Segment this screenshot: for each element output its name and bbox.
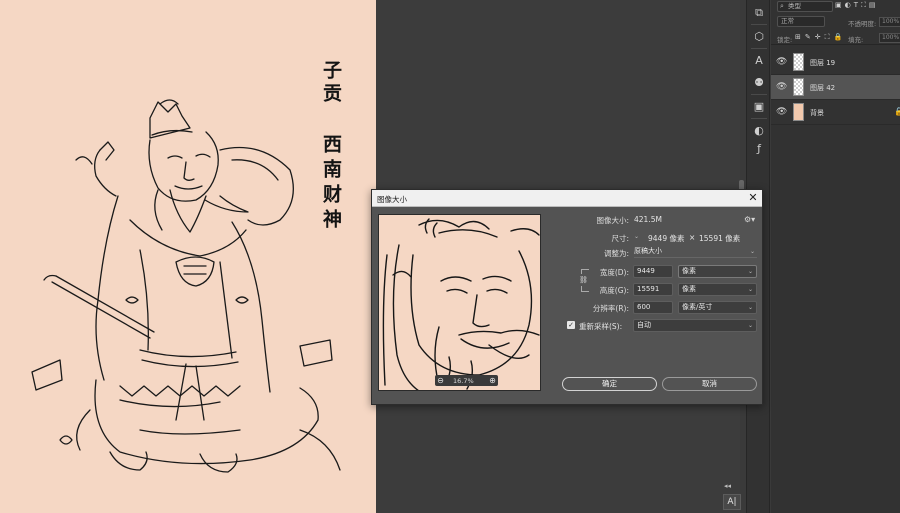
divider bbox=[751, 94, 767, 95]
divider bbox=[751, 48, 767, 49]
search-icon: ⌕ bbox=[780, 2, 784, 10]
height-unit-select[interactable]: 像素 ⌄ bbox=[678, 283, 757, 296]
resample-select[interactable]: 自动 ⌄ bbox=[633, 319, 757, 332]
eye-icon[interactable]: 👁 bbox=[776, 82, 787, 92]
dialog-title-bar[interactable]: 图像大小 ✕ bbox=[372, 190, 762, 207]
layer-name: 图层 19 bbox=[810, 59, 836, 67]
dimensions-width: 9449 像素 bbox=[648, 234, 685, 243]
height-unit-value: 像素 bbox=[682, 285, 696, 293]
character-panel-button[interactable]: A| bbox=[723, 494, 741, 510]
ok-button[interactable]: 确定 bbox=[562, 377, 657, 391]
fit-to-label: 调整为: bbox=[603, 249, 629, 258]
fill-label: 填充: bbox=[848, 36, 864, 44]
image-icon[interactable]: ▣ bbox=[750, 98, 768, 116]
width-input[interactable]: 9449 bbox=[633, 265, 673, 278]
zoom-in-icon[interactable]: ⊕ bbox=[487, 375, 498, 386]
fit-to-value: 原稿大小 bbox=[634, 247, 662, 255]
chevron-down-icon: ⌄ bbox=[747, 322, 753, 329]
artboard-illustration[interactable]: 子贡 西南财神 bbox=[0, 0, 376, 513]
dimensions-times: × bbox=[689, 233, 696, 242]
blend-mode-select[interactable]: 正常 bbox=[777, 16, 825, 27]
layer-thumbnail bbox=[793, 103, 804, 121]
link-icon[interactable]: ⛓ bbox=[579, 274, 588, 286]
image-size-label: 图像大小: bbox=[596, 216, 629, 225]
zoom-out-icon[interactable]: ⊖ bbox=[435, 375, 446, 386]
image-preview[interactable]: ⊖ 16.7% ⊕ bbox=[378, 214, 541, 391]
chevron-down-icon: ⌄ bbox=[749, 248, 755, 255]
fit-to-select[interactable]: 原稿大小 ⌄ bbox=[634, 246, 757, 258]
dialog-title: 图像大小 bbox=[377, 195, 407, 204]
gear-icon[interactable]: ⚙▾ bbox=[744, 215, 755, 224]
height-input[interactable]: 15591 bbox=[633, 283, 673, 296]
width-unit-select[interactable]: 像素 ⌄ bbox=[678, 265, 757, 278]
dimensions-height: 15591 像素 bbox=[699, 234, 741, 243]
eye-icon[interactable]: 👁 bbox=[776, 107, 787, 117]
preview-zoom-value: 16.7% bbox=[453, 377, 474, 385]
resample-checkbox[interactable]: ✓ bbox=[567, 321, 575, 329]
chevron-down-icon: ⌄ bbox=[747, 286, 753, 293]
image-size-dialog: 图像大小 ✕ ⊖ 16.7% ⊕ 图像大小: 421.5M ⚙▾ 尺寸: ⌄ 9… bbox=[371, 189, 763, 405]
cancel-button[interactable]: 取消 bbox=[662, 377, 757, 391]
layer-row-selected[interactable]: 👁 图层 42 bbox=[771, 75, 900, 100]
opacity-label: 不透明度: bbox=[848, 20, 877, 28]
layer-kind-filter-value: 类型 bbox=[788, 2, 801, 10]
layer-name: 背景 bbox=[810, 109, 824, 117]
layer-thumbnail bbox=[793, 78, 804, 96]
width-label: 宽度(D): bbox=[599, 268, 629, 277]
calligraphy-title: 子贡 bbox=[320, 60, 342, 106]
dimensions-label: 尺寸: bbox=[611, 234, 629, 243]
image-size-value: 421.5M bbox=[634, 215, 662, 224]
lock-options-icons[interactable]: ⊞✎✛⛶🔒 bbox=[795, 33, 846, 42]
layer-thumbnail bbox=[793, 53, 804, 71]
width-unit-value: 像素 bbox=[682, 267, 696, 275]
resolution-unit-value: 像素/英寸 bbox=[682, 303, 713, 311]
layer-row[interactable]: 👁 背景 🔒 bbox=[771, 100, 900, 125]
calligraphy-subtitle: 西南财神 bbox=[320, 134, 342, 234]
preview-line-art bbox=[382, 218, 540, 390]
chevron-down-icon: ⌄ bbox=[747, 268, 753, 275]
properties-icon[interactable]: ⧉ bbox=[750, 4, 768, 22]
layers-panel: ⌕ 类型 ▣◐T⛶▤ 正常 不透明度: 100% 锁定: ⊞✎✛⛶🔒 填充: 1… bbox=[771, 0, 900, 513]
layer-filter-row: ⌕ 类型 ▣◐T⛶▤ bbox=[771, 0, 900, 13]
divider bbox=[751, 24, 767, 25]
lock-label: 锁定: bbox=[777, 36, 793, 44]
resample-label: 重新采样(S): bbox=[579, 322, 623, 331]
fill-input[interactable]: 100% bbox=[879, 33, 900, 43]
layer-name: 图层 42 bbox=[810, 84, 836, 92]
styles-icon[interactable]: ◐ bbox=[750, 122, 768, 140]
chevron-down-icon[interactable]: ⌄ bbox=[634, 233, 639, 240]
divider bbox=[751, 118, 767, 119]
lock-row: 锁定: ⊞✎✛⛶🔒 填充: 100% bbox=[771, 31, 900, 45]
lock-icon: 🔒 bbox=[894, 107, 900, 116]
character-icon[interactable]: A bbox=[750, 52, 768, 70]
3d-icon[interactable]: ⬡ bbox=[750, 28, 768, 46]
chevron-down-icon: ⌄ bbox=[747, 304, 753, 311]
resolution-input[interactable]: 600 bbox=[633, 301, 673, 314]
resample-value: 自动 bbox=[637, 321, 651, 329]
resolution-unit-select[interactable]: 像素/英寸 ⌄ bbox=[678, 301, 757, 314]
filter-type-icons[interactable]: ▣◐T⛶▤ bbox=[835, 1, 879, 10]
close-icon[interactable]: ✕ bbox=[746, 191, 760, 205]
opacity-input[interactable]: 100% bbox=[879, 17, 900, 27]
adjust-icon[interactable]: ⚉ bbox=[750, 74, 768, 92]
preview-zoom-bar: ⊖ 16.7% ⊕ bbox=[435, 375, 498, 386]
eye-icon[interactable]: 👁 bbox=[776, 57, 787, 67]
layer-row[interactable]: 👁 图层 19 bbox=[771, 50, 900, 75]
height-label: 高度(G): bbox=[599, 286, 629, 295]
fx-icon[interactable]: ƒ bbox=[750, 140, 768, 158]
blend-row: 正常 不透明度: 100% bbox=[771, 15, 900, 29]
layer-kind-filter[interactable]: ⌕ 类型 bbox=[777, 1, 833, 12]
collapse-panels-button[interactable]: ◂◂ bbox=[724, 482, 731, 490]
resolution-label: 分辨率(R): bbox=[592, 304, 629, 313]
